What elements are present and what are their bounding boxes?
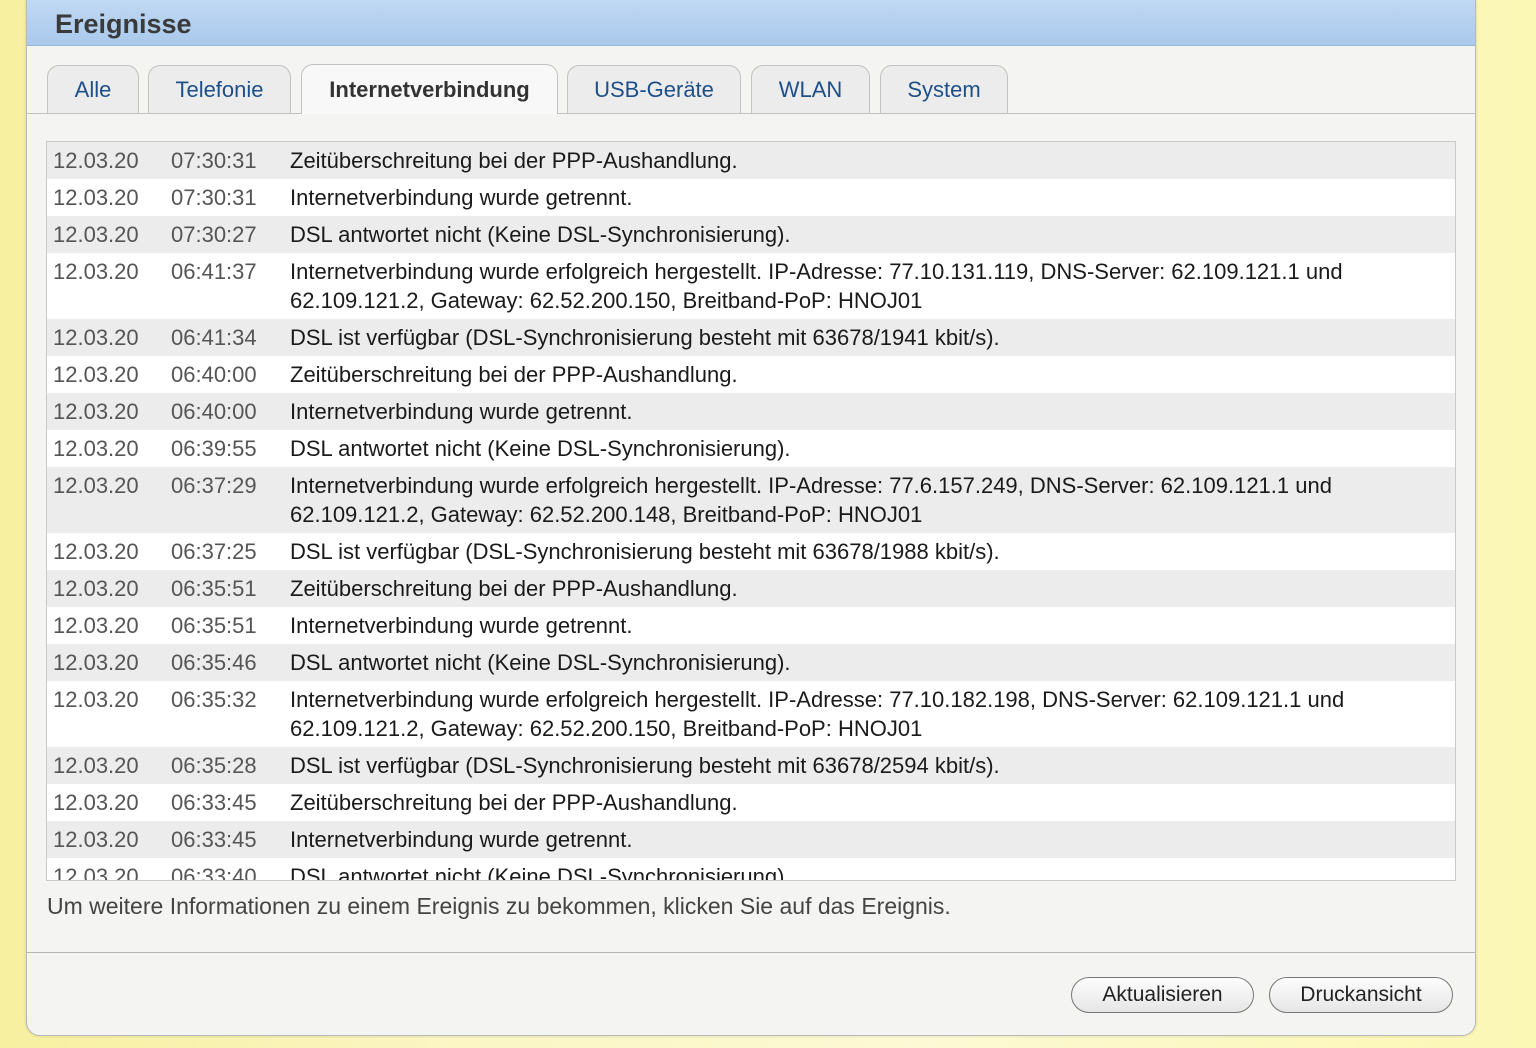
event-row[interactable]: 12.03.20 06:40:00 Internetverbindung wurde…: [47, 393, 1455, 430]
event-row[interactable]: 12.03.20 06:33:45 Internetverbindung wurde…: [47, 821, 1455, 858]
event-message: DSL ist verfügbar (DSL-Synchronisierung …: [290, 753, 1000, 778]
event-row[interactable]: 12.03.20 06:33:45 Zeitüberschreitung bei d…: [47, 784, 1455, 821]
tab-usb-geraete[interactable]: USB-Geräte: [567, 65, 741, 113]
event-row[interactable]: 12.03.20 07:30:31 Internetverbindung wurde…: [47, 179, 1455, 216]
event-row[interactable]: 12.03.20 06:37:29 Internetverbindung wurde…: [47, 467, 1455, 533]
event-message: DSL ist verfügbar (DSL-Synchronisierung …: [290, 539, 1000, 564]
event-date: 12.03.20: [53, 399, 139, 424]
event-time: 06:35:46: [171, 650, 257, 675]
event-date: 12.03.20: [53, 613, 139, 638]
event-time: 06:33:45: [171, 790, 257, 815]
event-date: 12.03.20: [53, 473, 139, 498]
event-row[interactable]: 12.03.20 06:41:34 DSL ist verfügbar (DSL-S…: [47, 319, 1455, 356]
window-titlebar: Ereignisse: [27, 0, 1475, 46]
event-time: 06:40:00: [171, 362, 257, 387]
event-row[interactable]: 12.03.20 06:35:46 DSL antwortet nicht (Kei…: [47, 644, 1455, 681]
event-time: 06:35:51: [171, 613, 257, 638]
event-message: Internetverbindung wurde getrennt.: [290, 827, 633, 852]
window-title: Ereignisse: [55, 9, 192, 39]
event-row[interactable]: 12.03.20 06:33:40 DSL antwortet nicht (Kei…: [47, 858, 1455, 881]
event-time: 06:33:40: [171, 864, 257, 881]
event-date: 12.03.20: [53, 753, 139, 778]
event-time: 07:30:31: [171, 185, 257, 210]
events-window: Ereignisse Alle Telefonie Internetverbin…: [26, 0, 1476, 1036]
event-message: DSL antwortet nicht (Keine DSL-Synchroni…: [290, 436, 791, 461]
event-time: 06:35:51: [171, 576, 257, 601]
event-date: 12.03.20: [53, 148, 139, 173]
event-row[interactable]: 12.03.20 07:30:27 DSL antwortet nicht (Kei…: [47, 216, 1455, 253]
event-date: 12.03.20: [53, 790, 139, 815]
tab-alle[interactable]: Alle: [47, 65, 139, 113]
event-time: 06:35:28: [171, 753, 257, 778]
event-row[interactable]: 12.03.20 06:35:51 Internetverbindung wurde…: [47, 607, 1455, 644]
event-row[interactable]: 12.03.20 06:39:55 DSL antwortet nicht (Kei…: [47, 430, 1455, 467]
event-message: Internetverbindung wurde getrennt.: [290, 399, 633, 424]
event-message: Zeitüberschreitung bei der PPP-Aushandlu…: [290, 362, 738, 387]
event-time: 06:33:45: [171, 827, 257, 852]
event-row[interactable]: 12.03.20 06:40:00 Zeitüberschreitung bei d…: [47, 356, 1455, 393]
event-time: 07:30:31: [171, 148, 257, 173]
event-date: 12.03.20: [53, 576, 139, 601]
event-date: 12.03.20: [53, 539, 139, 564]
event-date: 12.03.20: [53, 650, 139, 675]
event-list[interactable]: 12.03.20 07:30:31 Zeitüberschreitung bei d…: [46, 141, 1456, 881]
event-row[interactable]: 12.03.20 06:35:28 DSL ist verfügbar (DSL-S…: [47, 747, 1455, 784]
tab-system[interactable]: System: [880, 65, 1008, 113]
event-date: 12.03.20: [53, 864, 139, 881]
event-time: 06:37:25: [171, 539, 257, 564]
event-time: 06:35:32: [171, 687, 257, 712]
event-time: 06:37:29: [171, 473, 257, 498]
event-message: Internetverbindung wurde erfolgreich her…: [290, 687, 1345, 741]
event-message: Internetverbindung wurde getrennt.: [290, 185, 633, 210]
event-message: DSL antwortet nicht (Keine DSL-Synchroni…: [290, 650, 791, 675]
event-date: 12.03.20: [53, 827, 139, 852]
event-time: 07:30:27: [171, 222, 257, 247]
event-message: Zeitüberschreitung bei der PPP-Aushandlu…: [290, 790, 738, 815]
print-view-button[interactable]: Druckansicht: [1269, 977, 1453, 1013]
event-date: 12.03.20: [53, 259, 139, 284]
event-date: 12.03.20: [53, 687, 139, 712]
event-time: 06:40:00: [171, 399, 257, 424]
event-date: 12.03.20: [53, 222, 139, 247]
refresh-button[interactable]: Aktualisieren: [1071, 977, 1254, 1013]
event-message: DSL antwortet nicht (Keine DSL-Synchroni…: [290, 864, 791, 881]
tab-internetverbindung[interactable]: Internetverbindung: [301, 64, 558, 114]
event-time: 06:41:34: [171, 325, 257, 350]
tab-telefonie[interactable]: Telefonie: [148, 65, 291, 113]
event-row[interactable]: 12.03.20 06:35:32 Internetverbindung wurde…: [47, 681, 1455, 747]
event-row[interactable]: 12.03.20 07:30:31 Zeitüberschreitung bei d…: [47, 142, 1455, 179]
event-date: 12.03.20: [53, 325, 139, 350]
tab-divider: [27, 113, 1475, 114]
event-row[interactable]: 12.03.20 06:41:37 Internetverbindung wurde…: [47, 253, 1455, 319]
event-row[interactable]: 12.03.20 06:37:25 DSL ist verfügbar (DSL-S…: [47, 533, 1455, 570]
tab-wlan[interactable]: WLAN: [751, 65, 870, 113]
event-row[interactable]: 12.03.20 06:35:51 Zeitüberschreitung bei d…: [47, 570, 1455, 607]
event-date: 12.03.20: [53, 362, 139, 387]
event-message: DSL antwortet nicht (Keine DSL-Synchroni…: [290, 222, 791, 247]
event-time: 06:39:55: [171, 436, 257, 461]
event-date: 12.03.20: [53, 436, 139, 461]
event-message: DSL ist verfügbar (DSL-Synchronisierung …: [290, 325, 1000, 350]
event-time: 06:41:37: [171, 259, 257, 284]
event-message: Internetverbindung wurde erfolgreich her…: [290, 259, 1343, 313]
event-message: Internetverbindung wurde erfolgreich her…: [290, 473, 1332, 527]
event-message: Internetverbindung wurde getrennt.: [290, 613, 633, 638]
event-message: Zeitüberschreitung bei der PPP-Aushandlu…: [290, 148, 738, 173]
info-text: Um weitere Informationen zu einem Ereign…: [47, 893, 951, 919]
event-message: Zeitüberschreitung bei der PPP-Aushandlu…: [290, 576, 738, 601]
footer-divider: [27, 952, 1475, 953]
event-date: 12.03.20: [53, 185, 139, 210]
